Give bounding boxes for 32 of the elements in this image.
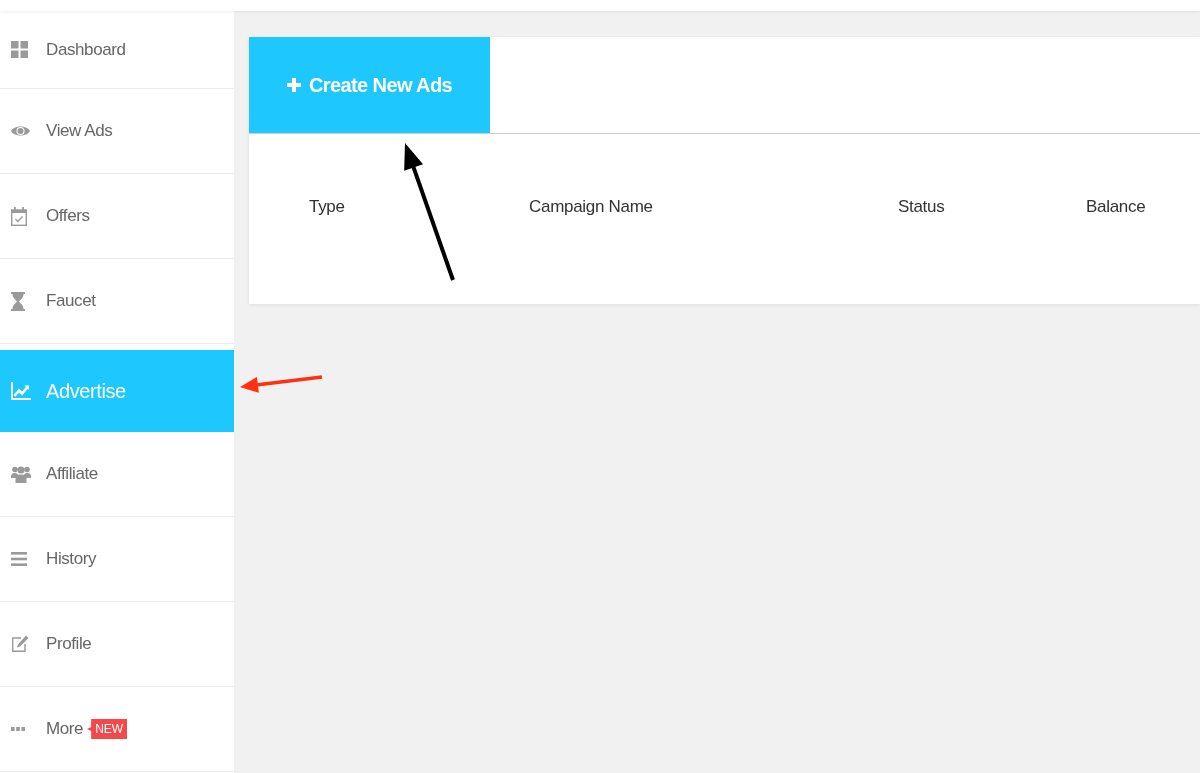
plus-icon [286, 78, 301, 92]
sidebar-item[interactable]: Dashboard [0, 11, 234, 89]
sidebar-item[interactable]: More NEW [0, 687, 234, 772]
sidebar-label: History [46, 548, 97, 571]
list-icon [11, 552, 27, 566]
column-header: Campaign Name [529, 197, 653, 216]
sidebar-item[interactable]: View Ads [0, 89, 234, 174]
sidebar-label: Profile [46, 633, 92, 656]
sidebar-item[interactable]: Offers [0, 174, 234, 259]
edit-icon [11, 635, 29, 653]
sidebar-label: Offers [46, 205, 90, 228]
sidebar-item[interactable]: Faucet [0, 259, 234, 344]
calendar-check-icon [11, 206, 27, 226]
column-header: Type [309, 197, 345, 216]
sidebar-label: Affiliate [46, 463, 98, 486]
grid-icon [11, 41, 28, 58]
sidebar-label: More [46, 718, 84, 741]
sidebar-item[interactable]: History [0, 517, 234, 602]
sidebar-item[interactable]: Affiliate [0, 432, 234, 517]
column-header: Balance [1086, 197, 1146, 216]
eye-icon [11, 125, 30, 137]
hourglass-icon [11, 291, 25, 311]
sidebar-label: Dashboard [46, 38, 126, 61]
sidebar-label: Faucet [46, 290, 96, 313]
new-tag: NEW [87, 719, 128, 739]
line-chart-icon [11, 382, 31, 400]
column-header: Status [898, 197, 945, 216]
sidebar-label: View Ads [46, 120, 113, 143]
ellipsis-icon [11, 727, 25, 731]
sidebar-label: Advertise [46, 379, 126, 404]
sidebar-item[interactable]: Profile [0, 602, 234, 687]
users-icon [11, 465, 31, 483]
